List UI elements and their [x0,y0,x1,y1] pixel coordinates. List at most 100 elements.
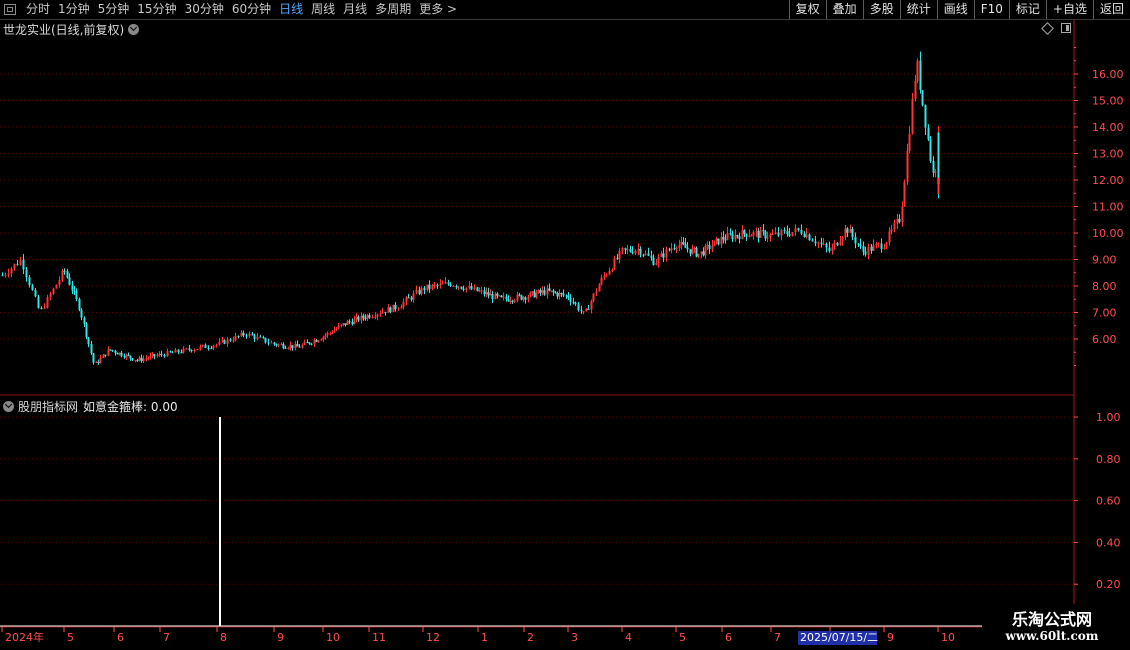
candle-body [291,345,294,349]
candle-body [452,285,455,287]
candle-body [862,245,865,252]
candle-body [407,297,410,299]
candle-body [387,307,390,313]
candle-body [759,230,762,238]
kline-chart[interactable]: 16.0015.0014.0013.0012.0011.0010.009.008… [0,0,1130,650]
candle-body [204,344,207,348]
candle-body [678,244,681,249]
candle-body [324,335,327,337]
date-label: 5 [679,631,686,644]
candle-body [371,316,374,318]
candle-body [489,294,492,296]
candle-body [494,293,497,300]
candle-body [592,293,595,302]
candle-body [877,243,880,245]
candle-body [123,356,126,358]
candle-body [320,339,323,341]
date-label: 10 [326,631,340,644]
candle-body [870,246,873,251]
candle-body [794,228,797,232]
candle-body [127,354,130,356]
candle-body [867,246,870,255]
candle-body [273,342,276,345]
candle-body [898,218,901,222]
candle-body [455,285,458,288]
candle-body [182,348,185,353]
candle-body [644,253,647,255]
candle-body [262,337,265,339]
candle-body [384,311,387,313]
candle-body [480,290,483,292]
candle-body [577,304,580,311]
candle-body [722,236,725,240]
candle-body [800,229,803,234]
date-label: 12 [426,631,440,644]
candle-body [185,348,188,350]
candle-body [201,344,204,347]
candle-body [691,248,694,254]
candle-body [441,283,444,285]
candle-body [805,234,808,238]
candle-body [743,230,746,234]
candle-body [820,242,823,244]
candle-body [888,231,891,243]
candle-body [771,233,774,235]
indicator-value: 如意金箍棒: 0.00 [83,400,178,414]
candle-body [92,353,95,363]
chevron-down-icon[interactable] [3,401,14,412]
date-label: 9 [277,631,284,644]
candle-body [40,307,43,309]
candle-body [87,337,90,345]
panel-toggle-icon[interactable] [1061,23,1071,33]
candle-body [360,315,363,321]
candle-body [462,288,465,291]
date-label: 11 [372,631,386,644]
candle-body [158,353,161,356]
candle-body [362,315,365,318]
candle-body [565,295,568,297]
chevron-down-icon[interactable] [128,24,140,35]
price-tick-label: 10.00 [1092,227,1124,240]
candle-body [543,290,546,295]
candle-body [55,284,58,289]
candle-body [522,297,525,300]
candle-body [264,337,267,343]
candle-body [509,300,512,302]
candle-body [662,253,665,258]
candle-body [420,287,423,294]
candle-body [229,339,232,341]
candle-body [844,228,847,238]
date-label: 7 [163,631,170,644]
indicator-source: 股朋指标网 [18,400,79,414]
watermark-title: 乐淘公式网 [1011,610,1092,629]
candle-body [783,230,786,232]
candle-body [242,332,245,336]
price-tick-label: 11.00 [1092,201,1124,214]
candle-body [193,349,196,352]
candle-body [745,233,748,237]
candle-body [418,290,421,294]
candle-body [836,242,839,246]
candle-body [83,317,86,324]
candle-body [657,256,660,264]
candle-body [351,321,354,325]
candle-body [19,259,22,265]
candle-body [147,358,150,360]
candle-body [668,249,671,251]
candle-body [828,247,831,252]
candle-body [85,323,88,338]
candle-body [1,275,4,277]
candle-body [755,231,758,233]
indicator-tick-label: 0.20 [1096,578,1121,591]
candle-body [457,286,460,288]
candle-body [473,287,476,290]
candle-body [118,352,121,355]
candle-body [212,345,215,349]
candle-body [400,306,403,309]
candle-body [366,315,369,319]
candle-body [686,247,689,250]
candle-body [937,132,940,144]
candle-body [46,297,49,308]
candle-body [911,98,914,134]
candle-body [142,358,145,362]
